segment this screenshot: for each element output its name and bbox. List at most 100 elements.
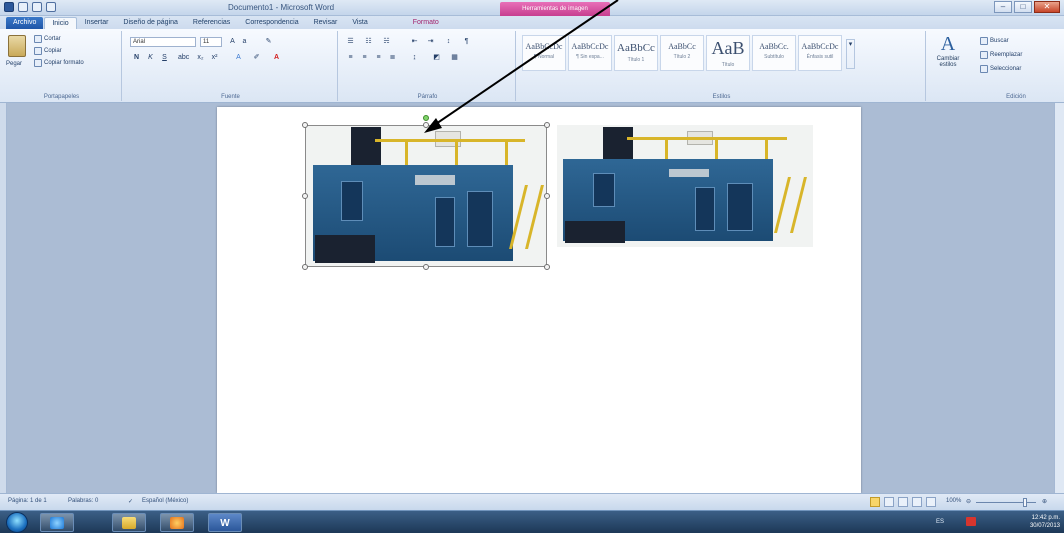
word-app-icon[interactable]	[4, 2, 14, 12]
maximize-button[interactable]: □	[1014, 1, 1032, 13]
tab-diseno-pagina[interactable]: Diseño de página	[116, 17, 185, 29]
tab-insertar[interactable]: Insertar	[78, 17, 116, 29]
style-title[interactable]: AaB Título	[706, 35, 750, 71]
sort-button[interactable]: ↕	[444, 37, 453, 46]
italic-button[interactable]: K	[146, 53, 155, 62]
view-print-layout[interactable]	[870, 497, 880, 507]
view-full-screen[interactable]	[884, 497, 894, 507]
zoom-out-button[interactable]: ⊖	[966, 498, 971, 505]
tab-correspondencia[interactable]: Correspondencia	[238, 17, 305, 29]
align-left-button[interactable]: ≡	[346, 53, 355, 62]
close-button[interactable]: ✕	[1034, 1, 1060, 13]
align-center-button[interactable]: ≡	[360, 53, 369, 62]
multilevel-list-button[interactable]: ☵	[382, 37, 391, 46]
style-no-spacing[interactable]: AaBbCcDc ¶ Sin espa...	[568, 35, 612, 71]
start-button[interactable]	[6, 512, 28, 533]
font-group: Arial 11 A a ✎ N K S abc x₂ x² A ✐ A Fue…	[124, 31, 338, 101]
taskbar-word[interactable]: W	[208, 513, 242, 532]
view-web-layout[interactable]	[898, 497, 908, 507]
paste-button[interactable]: Pegar	[6, 61, 22, 67]
redo-icon[interactable]	[46, 2, 56, 12]
zoom-slider-thumb[interactable]	[1023, 498, 1028, 507]
document-page[interactable]	[217, 107, 861, 493]
change-styles-button[interactable]: A Cambiar estilos	[928, 33, 968, 83]
style-subtle-emphasis[interactable]: AaBbCcDc Énfasis sutil	[798, 35, 842, 71]
zoom-in-button[interactable]: ⊕	[1042, 498, 1047, 505]
show-marks-button[interactable]: ¶	[462, 37, 471, 46]
word-count[interactable]: Palabras: 0	[68, 498, 98, 504]
rotate-handle[interactable]	[423, 115, 429, 121]
superscript-button[interactable]: x²	[210, 53, 219, 62]
grow-font-button[interactable]: A	[228, 37, 237, 46]
copy-button[interactable]: Copiar	[34, 47, 62, 55]
select-button[interactable]: Seleccionar	[980, 65, 1021, 73]
resize-handle-nw[interactable]	[302, 122, 308, 128]
paste-icon[interactable]	[8, 35, 26, 57]
resize-handle-ne[interactable]	[544, 122, 550, 128]
style-heading-1[interactable]: AaBbCc Título 1	[614, 35, 658, 71]
text-effects-button[interactable]: A	[234, 53, 243, 62]
taskbar-ie[interactable]	[40, 513, 74, 532]
resize-handle-s[interactable]	[423, 264, 429, 270]
tab-formato[interactable]: Formato	[406, 17, 446, 29]
replace-button[interactable]: Reemplazar	[980, 51, 1022, 59]
tab-vista[interactable]: Vista	[345, 17, 374, 29]
language-indicator[interactable]: Español (México)	[142, 498, 188, 504]
ribbon: Pegar Cortar Copiar Copiar formato Porta…	[0, 29, 1064, 103]
style-subtitle[interactable]: AaBbCc. Subtítulo	[752, 35, 796, 71]
shrink-font-button[interactable]: a	[240, 37, 249, 46]
line-spacing-button[interactable]: ↨	[410, 53, 419, 62]
tab-referencias[interactable]: Referencias	[186, 17, 237, 29]
underline-button[interactable]: S	[160, 53, 169, 62]
strikethrough-button[interactable]: abc	[178, 53, 189, 62]
machine-image[interactable]	[557, 125, 813, 247]
zoom-level[interactable]: 100%	[946, 498, 961, 504]
minimize-button[interactable]: –	[994, 1, 1012, 13]
increase-indent-button[interactable]: ⇥	[426, 37, 435, 46]
taskbar-explorer[interactable]	[112, 513, 146, 532]
highlight-button[interactable]: ✐	[252, 53, 261, 62]
subscript-button[interactable]: x₂	[196, 53, 205, 62]
resize-handle-e[interactable]	[544, 193, 550, 199]
format-painter-button[interactable]: Copiar formato	[34, 59, 84, 67]
title-bar: Documento1 - Microsoft Word Herramientas…	[0, 0, 1064, 16]
font-name-box[interactable]: Arial	[130, 37, 196, 47]
bold-button[interactable]: N	[132, 53, 141, 62]
align-right-button[interactable]: ≡	[374, 53, 383, 62]
view-draft[interactable]	[926, 497, 936, 507]
selection-frame	[305, 125, 547, 267]
bullets-button[interactable]: ☰	[346, 37, 355, 46]
numbering-button[interactable]: ☷	[364, 37, 373, 46]
window-title: Documento1 - Microsoft Word	[228, 3, 335, 12]
font-color-button[interactable]: A	[272, 53, 281, 62]
save-icon[interactable]	[18, 2, 28, 12]
resize-handle-sw[interactable]	[302, 264, 308, 270]
cut-button[interactable]: Cortar	[34, 35, 61, 43]
borders-button[interactable]: ▦	[450, 53, 459, 62]
resize-handle-se[interactable]	[544, 264, 550, 270]
font-size-box[interactable]: 11	[200, 37, 222, 47]
tab-inicio[interactable]: Inicio	[44, 17, 77, 29]
page-count[interactable]: Página: 1 de 1	[8, 498, 47, 504]
clock[interactable]: 12:42 p.m. 30/07/2013	[1030, 514, 1060, 530]
shading-button[interactable]: ◩	[432, 53, 441, 62]
find-button[interactable]: Buscar	[980, 37, 1009, 45]
justify-button[interactable]: ≣	[388, 53, 397, 62]
undo-icon[interactable]	[32, 2, 42, 12]
folder-icon	[122, 517, 136, 529]
tab-revisar[interactable]: Revisar	[307, 17, 345, 29]
action-center-icon[interactable]	[966, 517, 976, 526]
keyboard-language[interactable]: ES	[936, 519, 944, 525]
view-outline[interactable]	[912, 497, 922, 507]
clear-format-button[interactable]: ✎	[264, 37, 273, 46]
resize-handle-n[interactable]	[423, 122, 429, 128]
vertical-scrollbar[interactable]	[1054, 103, 1064, 493]
resize-handle-w[interactable]	[302, 193, 308, 199]
styles-scroll-button[interactable]: ▾	[846, 39, 855, 69]
tab-archivo[interactable]: Archivo	[6, 17, 44, 29]
decrease-indent-button[interactable]: ⇤	[410, 37, 419, 46]
proofing-icon[interactable]: ✓	[128, 498, 133, 505]
taskbar-media-player[interactable]	[160, 513, 194, 532]
style-normal[interactable]: AaBbCcDc ¶ Normal	[522, 35, 566, 71]
style-heading-2[interactable]: AaBbCc Título 2	[660, 35, 704, 71]
